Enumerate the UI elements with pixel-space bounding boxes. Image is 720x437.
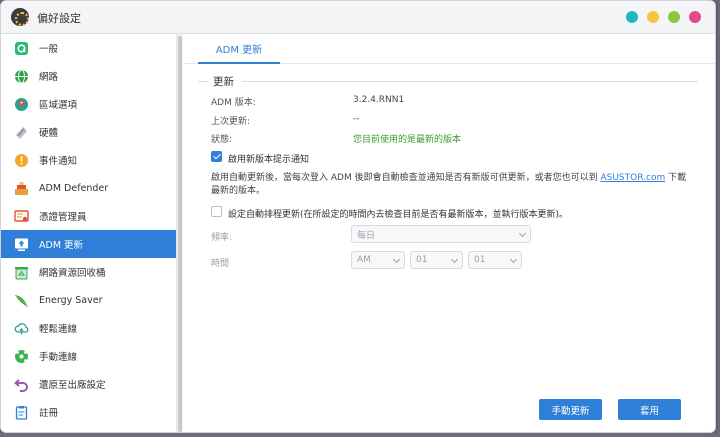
sidebar: 一般 網路 區域選項 硬體 事件通知 ADM Defender 憑證管理員 AD… bbox=[1, 34, 176, 432]
section-divider-left bbox=[198, 81, 208, 82]
restore-icon bbox=[14, 377, 29, 392]
window-title: 偏好設定 bbox=[37, 12, 81, 25]
register-icon bbox=[14, 405, 29, 420]
sidebar-item-label: 網路資源回收桶 bbox=[39, 268, 106, 279]
sidebar-item-adm-defender[interactable]: ADM Defender bbox=[1, 174, 176, 202]
frequency-value: 每日 bbox=[357, 230, 376, 241]
sidebar-item-label: 網路 bbox=[39, 72, 59, 83]
region-icon bbox=[14, 97, 29, 112]
energy-icon bbox=[14, 293, 29, 308]
general-icon bbox=[14, 41, 29, 56]
help-button[interactable] bbox=[626, 11, 638, 23]
preferences-window: 偏好設定 一般 網路 區域選項 硬體 事件通知 ADM Defender 憑證管… bbox=[0, 0, 716, 433]
sidebar-item-adm-update[interactable]: ADM 更新 bbox=[1, 230, 176, 258]
sidebar-item-notification[interactable]: 事件通知 bbox=[1, 146, 176, 174]
sidebar-item-label: ADM 更新 bbox=[39, 240, 84, 251]
auto-schedule-label: 設定自動排程更新(在所設定的時間內去檢查目前是否有最新版本，並執行版本更新)。 bbox=[228, 210, 569, 220]
time-label: 時間 bbox=[211, 259, 230, 269]
minute-select[interactable]: 01 bbox=[468, 251, 522, 269]
certificate-icon bbox=[14, 209, 29, 224]
title-bar[interactable]: 偏好設定 bbox=[1, 1, 715, 34]
desktop-background bbox=[0, 433, 720, 437]
sidebar-item-label: 憑證管理員 bbox=[39, 212, 87, 223]
auto-update-note: 啟用自動更新後，當每次登入 ADM 後即會自動檢查並通知是否有新版可供更新，或者… bbox=[211, 172, 691, 198]
status-label: 狀態: bbox=[211, 135, 233, 145]
minute-value: 01 bbox=[474, 255, 486, 265]
ampm-select[interactable]: AM bbox=[351, 251, 405, 269]
chevron-down-icon bbox=[518, 229, 527, 238]
sidebar-item-label: 一般 bbox=[39, 44, 59, 55]
recycle-bin-icon bbox=[14, 265, 29, 280]
sidebar-item-network[interactable]: 網路 bbox=[1, 62, 176, 90]
chevron-down-icon bbox=[509, 255, 518, 264]
maximize-button[interactable] bbox=[668, 11, 680, 23]
sidebar-item-energy-saver[interactable]: Energy Saver bbox=[1, 286, 176, 314]
globe-icon bbox=[14, 69, 29, 84]
frequency-label: 頻率: bbox=[211, 233, 233, 243]
sidebar-item-hardware[interactable]: 硬體 bbox=[1, 118, 176, 146]
manual-update-button[interactable]: 手動更新 bbox=[539, 399, 602, 420]
sidebar-item-label: 事件通知 bbox=[39, 156, 78, 167]
hour-value: 01 bbox=[416, 255, 428, 265]
close-button[interactable] bbox=[689, 11, 701, 23]
section-title: 更新 bbox=[213, 76, 234, 88]
ampm-value: AM bbox=[357, 255, 371, 265]
update-icon bbox=[14, 237, 29, 252]
auto-schedule-checkbox[interactable] bbox=[211, 206, 222, 217]
defender-icon bbox=[14, 181, 29, 196]
frequency-select[interactable]: 每日 bbox=[351, 225, 531, 243]
tab-bar: ADM 更新 bbox=[184, 34, 715, 64]
asustor-link[interactable]: ASUSTOR.com bbox=[600, 173, 665, 183]
hour-select[interactable]: 01 bbox=[410, 251, 463, 269]
window-controls bbox=[626, 11, 701, 23]
sidebar-item-label: Energy Saver bbox=[39, 294, 103, 306]
sidebar-item-certificate[interactable]: 憑證管理員 bbox=[1, 202, 176, 230]
sidebar-scrollbar[interactable] bbox=[176, 34, 183, 432]
sidebar-item-label: 註冊 bbox=[39, 408, 59, 419]
last-update-value: -- bbox=[353, 114, 360, 124]
app-logo-icon bbox=[11, 8, 29, 26]
sidebar-item-label: 硬體 bbox=[39, 128, 59, 139]
notify-new-version-checkbox[interactable] bbox=[211, 151, 222, 162]
last-update-label: 上次更新: bbox=[211, 117, 251, 127]
sidebar-item-factory-reset[interactable]: 還原至出廠設定 bbox=[1, 370, 176, 398]
sidebar-item-label: 輕鬆連線 bbox=[39, 324, 78, 335]
sidebar-item-label: 還原至出廠設定 bbox=[39, 380, 106, 391]
status-value: 您目前使用的是最新的版本 bbox=[353, 135, 462, 145]
notify-new-version-label: 啟用新版本提示通知 bbox=[228, 155, 310, 165]
sidebar-item-recycle-bin[interactable]: 網路資源回收桶 bbox=[1, 258, 176, 286]
cloud-icon bbox=[14, 321, 29, 336]
sidebar-scrollbar-thumb[interactable] bbox=[178, 36, 182, 432]
sidebar-item-label: ADM Defender bbox=[39, 182, 109, 194]
apply-button[interactable]: 套用 bbox=[618, 399, 681, 420]
connect-icon bbox=[14, 349, 29, 364]
section-divider bbox=[242, 81, 698, 82]
adm-version-label: ADM 版本: bbox=[211, 98, 256, 108]
main-panel: ADM 更新 更新 ADM 版本: 3.2.4.RNN1 上次更新: -- 狀態… bbox=[184, 34, 715, 432]
sidebar-item-label: 區域選項 bbox=[39, 100, 78, 111]
hardware-icon bbox=[14, 125, 29, 140]
sidebar-item-region[interactable]: 區域選項 bbox=[1, 90, 176, 118]
chevron-down-icon bbox=[450, 255, 459, 264]
tab-adm-update[interactable]: ADM 更新 bbox=[198, 34, 280, 64]
chevron-down-icon bbox=[392, 255, 401, 264]
sidebar-item-register[interactable]: 註冊 bbox=[1, 398, 176, 426]
sidebar-item-easy-connect[interactable]: 輕鬆連線 bbox=[1, 314, 176, 342]
note-text-prefix: 啟用自動更新後，當每次登入 ADM 後即會自動檢查並通知是否有新版可供更新，或者… bbox=[211, 173, 598, 183]
minimize-button[interactable] bbox=[647, 11, 659, 23]
sidebar-item-label: 手動連線 bbox=[39, 352, 78, 363]
adm-version-value: 3.2.4.RNN1 bbox=[353, 95, 405, 105]
sidebar-item-general[interactable]: 一般 bbox=[1, 34, 176, 62]
sidebar-item-manual-connect[interactable]: 手動連線 bbox=[1, 342, 176, 370]
alert-icon bbox=[14, 153, 29, 168]
